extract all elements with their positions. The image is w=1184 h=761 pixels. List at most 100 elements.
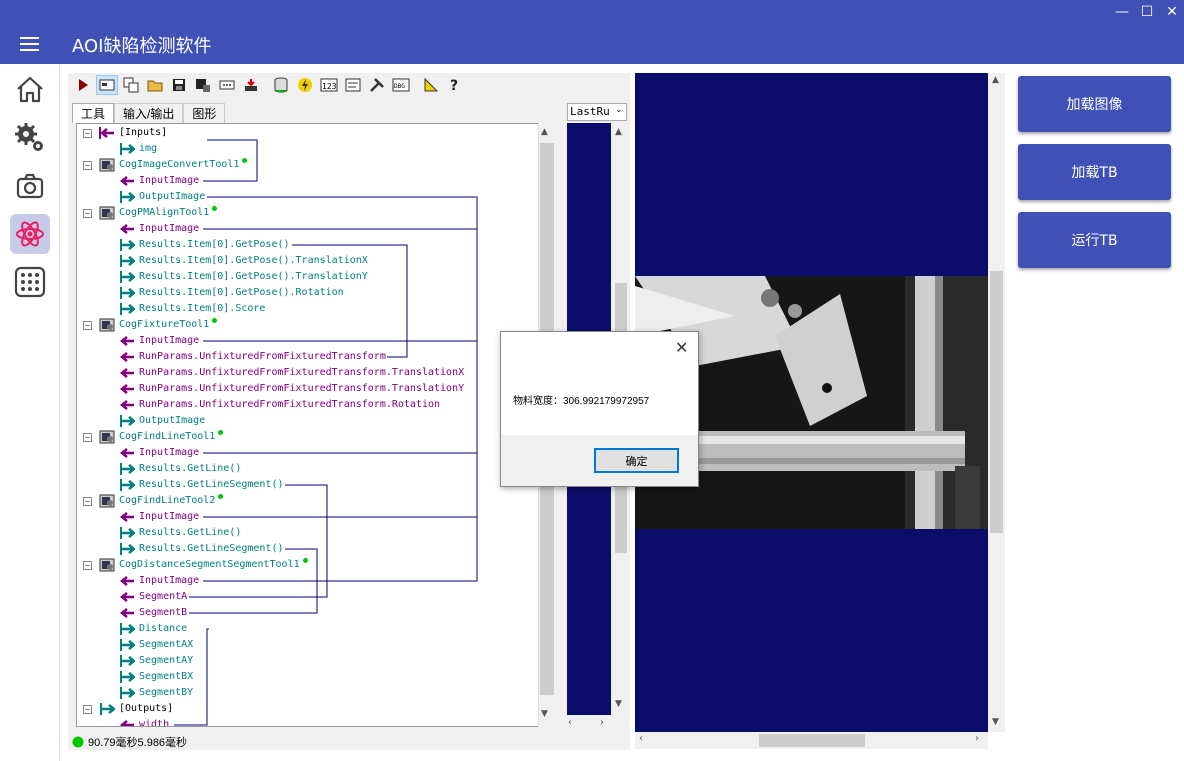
collapse-icon[interactable]: − <box>83 561 92 570</box>
tree-node[interactable]: img <box>77 142 537 156</box>
toolblock-view-button[interactable] <box>96 75 118 95</box>
tree-node[interactable]: OutputImage <box>77 190 537 204</box>
measure-button[interactable] <box>420 75 442 95</box>
tree-node[interactable]: Distance <box>77 622 537 636</box>
collapse-icon[interactable]: − <box>83 321 92 330</box>
tree-node[interactable]: − [Outputs] <box>77 702 537 716</box>
arrow-out-icon <box>120 687 135 699</box>
copy-button[interactable] <box>120 75 142 95</box>
tree-node[interactable]: InputImage <box>77 446 537 460</box>
tree-node[interactable]: SegmentBX <box>77 670 537 684</box>
close-icon[interactable]: ✕ <box>675 338 688 357</box>
close-button[interactable]: ✕ <box>1160 2 1184 22</box>
tree-node[interactable]: RunParams.UnfixturedFromFixturedTransfor… <box>77 366 537 380</box>
tree-node-label: Results.GetLineSegment() <box>139 543 284 554</box>
collapse-icon[interactable]: − <box>83 209 92 218</box>
debug-button[interactable]: DBG <box>390 75 412 95</box>
tree-node[interactable]: RunParams.UnfixturedFromFixturedTransfor… <box>77 398 537 412</box>
nav-apps[interactable] <box>10 262 50 302</box>
tree-node[interactable]: SegmentA <box>77 590 537 604</box>
tree-node[interactable]: Results.GetLineSegment() <box>77 478 537 492</box>
tree-node[interactable]: OutputImage <box>77 414 537 428</box>
tree-node[interactable]: InputImage <box>77 510 537 524</box>
menu-icon[interactable] <box>20 37 39 51</box>
arrow-out-icon <box>120 479 135 491</box>
tab-graphics[interactable]: 图形 <box>183 103 226 123</box>
load-image-button[interactable]: 加载图像 <box>1018 76 1171 132</box>
tree-node[interactable]: SegmentAX <box>77 638 537 652</box>
tree-node-label: Results.Item[0].Score <box>139 303 266 314</box>
tree-node[interactable]: InputImage <box>77 334 537 348</box>
nav-settings[interactable] <box>10 118 50 158</box>
strip-scroll-left-icon[interactable]: ‹ <box>568 717 572 728</box>
tree-node[interactable]: RunParams.UnfixturedFromFixturedTransfor… <box>77 350 537 364</box>
display-vscroll[interactable]: ▲ ▼ <box>988 73 1005 732</box>
tree-node[interactable]: − CogDistanceSegmentSegmentTool1 <box>77 558 537 572</box>
tree-node[interactable]: Results.GetLine() <box>77 526 537 540</box>
tree-node-label: CogFindLineTool1 <box>119 431 216 442</box>
tree-node[interactable]: RunParams.UnfixturedFromFixturedTransfor… <box>77 382 537 396</box>
tree-node[interactable]: − CogFixtureTool1 <box>77 318 537 332</box>
collapse-icon[interactable]: − <box>83 161 92 170</box>
script-button[interactable] <box>294 75 316 95</box>
tree-node[interactable]: Results.Item[0].GetPose() <box>77 238 537 252</box>
collapse-icon[interactable]: − <box>83 497 92 506</box>
tree-node[interactable]: InputImage <box>77 574 537 588</box>
arrow-out-icon <box>120 671 135 683</box>
tree-node[interactable]: − CogImageConvertTool1 <box>77 158 537 172</box>
tab-tools[interactable]: 工具 <box>72 103 115 123</box>
tree-node[interactable]: Results.Item[0].GetPose().Rotation <box>77 286 537 300</box>
tools-button[interactable] <box>366 75 388 95</box>
tree-node[interactable]: width <box>77 718 537 726</box>
help-button[interactable]: ? <box>444 75 466 95</box>
tree-node[interactable]: − CogFindLineTool1 <box>77 430 537 444</box>
collapse-icon[interactable]: − <box>83 433 92 442</box>
tool-icon <box>99 318 115 332</box>
chevron-down-icon[interactable]: ⌄ <box>615 105 623 115</box>
tree-node[interactable]: − CogFindLineTool2 <box>77 494 537 508</box>
tree-node-label: img <box>139 143 158 154</box>
load-tb-button[interactable]: 加载TB <box>1018 144 1171 200</box>
run-button[interactable] <box>72 75 94 95</box>
ellipsis-button[interactable] <box>216 75 238 95</box>
tree-node[interactable]: Results.Item[0].Score <box>77 302 537 316</box>
arrow-in-icon <box>119 224 134 234</box>
nav-camera[interactable] <box>10 166 50 206</box>
tree-node[interactable]: InputImage <box>77 174 537 188</box>
tab-io[interactable]: 输入/输出 <box>114 103 184 123</box>
save-button[interactable] <box>168 75 190 95</box>
tree-node-label: SegmentAX <box>139 639 194 650</box>
tree-node[interactable]: Results.Item[0].GetPose().TranslationX <box>77 254 537 268</box>
tree-node[interactable]: − [Inputs] <box>77 126 537 140</box>
maximize-button[interactable]: ☐ <box>1135 2 1159 22</box>
arrow-out-icon <box>120 271 135 283</box>
tree-node[interactable]: − CogPMAlignTool1 <box>77 206 537 220</box>
tree-node-label: InputImage <box>139 335 200 346</box>
run-tb-button[interactable]: 运行TB <box>1018 212 1171 268</box>
minimize-button[interactable]: — <box>1110 2 1134 22</box>
tool-ok-icon <box>242 158 247 163</box>
nav-atom[interactable] <box>10 214 50 254</box>
tree-node[interactable]: SegmentAY <box>77 654 537 668</box>
arrow-in-icon <box>119 336 134 346</box>
tree-node[interactable]: SegmentBY <box>77 686 537 700</box>
database-button[interactable] <box>270 75 292 95</box>
nav-home[interactable] <box>10 70 50 110</box>
text-button[interactable] <box>342 75 364 95</box>
tree-node[interactable]: Results.GetLineSegment() <box>77 542 537 556</box>
tree-node[interactable]: SegmentB <box>77 606 537 620</box>
open-button[interactable] <box>144 75 166 95</box>
tree-node[interactable]: Results.Item[0].GetPose().TranslationY <box>77 270 537 284</box>
collapse-icon[interactable]: − <box>83 705 92 714</box>
strip-scroll-right-icon[interactable]: › <box>600 717 604 728</box>
lightning-icon <box>298 78 312 92</box>
tool-tree[interactable]: − [Inputs] img − CogImageConvertTool1 InputIm… <box>76 123 556 727</box>
collapse-icon[interactable]: − <box>83 129 92 138</box>
tree-node[interactable]: InputImage <box>77 222 537 236</box>
import-button[interactable] <box>240 75 262 95</box>
ok-button[interactable]: 确定 <box>594 448 679 473</box>
numeric-button[interactable]: 123 <box>318 75 340 95</box>
tree-node[interactable]: Results.GetLine() <box>77 462 537 476</box>
display-hscroll[interactable]: ‹ › <box>635 732 988 749</box>
save-as-button[interactable] <box>192 75 214 95</box>
